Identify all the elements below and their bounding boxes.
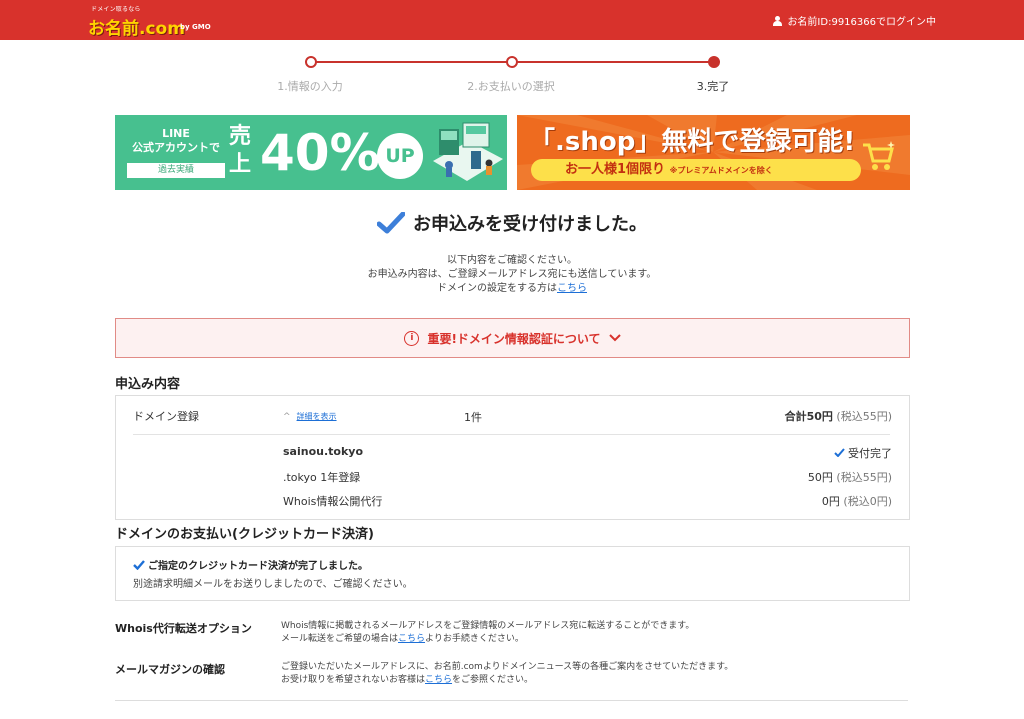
completion-line-1: 以下内容をご確認ください。	[447, 255, 577, 266]
store-illustration	[433, 122, 503, 181]
whois-forward-text: Whois情報に掲載されるメールアドレスをご登録情報のメールアドレス宛に転送する…	[281, 620, 694, 646]
step-3-dot	[708, 56, 720, 68]
check-icon	[833, 448, 845, 458]
shop-banner-pill: お一人様1個限り ※プレミアムドメインを除く	[531, 159, 861, 181]
login-status-text: お名前ID:9916366でログイン中	[787, 17, 936, 28]
check-icon	[133, 559, 145, 570]
domain-settings-link[interactable]: こちら	[557, 283, 587, 294]
completion-line-3: ドメインの設定をする方はこちら	[0, 282, 1024, 296]
logo-tagline: ドメイン取るなら	[91, 6, 141, 13]
order-box: ドメイン登録 ^ 詳細を表示 1件 合計50円 (税込55円) sainou.to…	[115, 395, 910, 520]
payment-complete: ご指定のクレジットカード決済が完了しました。	[133, 557, 368, 572]
completion-message: 以下内容をご確認ください。 お申込み内容は、ご登録メールアドレス宛にも送信してい…	[0, 254, 1024, 296]
whois-forward-prefix: メール転送をご希望の場合は	[281, 634, 399, 644]
step-2-label: 2.お支払いの選択	[467, 80, 555, 93]
onamae-logo[interactable]: ドメイン取るなら お名前.com by GMO	[88, 4, 211, 39]
line-item-price: 0円 (税込0円)	[822, 493, 892, 509]
status-text: 受付完了	[848, 447, 892, 460]
detail-toggle[interactable]: ^ 詳細を表示	[283, 409, 337, 422]
top-header: ドメイン取るなら お名前.com by GMO お名前ID:9916366でログ…	[0, 0, 1024, 40]
line-account-banner[interactable]: LINE 公式アカウントで 過去実績 売上 40% UP	[115, 115, 507, 190]
line-banner-line1: LINE	[162, 127, 190, 140]
completion-heading: お申込みを受け付けました。	[0, 210, 1024, 238]
mail-magazine-suffix: をご参照ください。	[452, 675, 534, 685]
line-item-name: .tokyo 1年登録	[283, 471, 361, 484]
line-banner-past: 過去実績	[127, 163, 225, 178]
payment-complete-text: ご指定のクレジットカード決済が完了しました。	[148, 561, 368, 572]
completion-line-3-prefix: ドメインの設定をする方は	[437, 283, 557, 294]
logo-name: お名前.com	[88, 19, 185, 39]
whois-forward-line-2: メール転送をご希望の場合はこちらよりお手続きください。	[281, 633, 694, 646]
mail-magazine-link[interactable]: こちら	[425, 675, 452, 685]
shop-domain-banner[interactable]: 「.shop」無料で登録可能! お一人様1個限り ※プレミアムドメインを除く	[517, 115, 910, 190]
completion-title: お申込みを受け付けました。	[413, 214, 647, 235]
order-total-tax: (税込55円)	[836, 410, 892, 423]
payment-note: 別途請求明細メールをお送りしましたので、ご確認ください。	[133, 579, 413, 590]
mail-magazine-label: メールマガジンの確認	[115, 663, 225, 676]
line-item-name: Whois情報公開代行	[283, 495, 383, 508]
order-count: 1件	[464, 411, 482, 424]
line-banner-sales: 売上	[229, 124, 252, 177]
payment-section-title: ドメインのお支払い(クレジットカード決済)	[115, 527, 374, 542]
mail-magazine-line-2: お受け取りを希望されないお客様はこちらをご参照ください。	[281, 674, 733, 687]
whois-forward-suffix: よりお手続きください。	[425, 634, 524, 644]
order-total-amount: 合計50円	[784, 410, 833, 423]
alert-text: 重要!ドメイン情報認証について	[427, 331, 601, 346]
check-icon	[377, 212, 405, 234]
whois-forward-label: Whois代行転送オプション	[115, 622, 252, 635]
mail-magazine-line-1: ご登録いただいたメールアドレスに、お名前.comよりドメインニュース等の各種ご案…	[281, 662, 734, 672]
step-3-label: 3.完了	[696, 80, 730, 93]
line-item-tax: (税込0円)	[843, 495, 892, 508]
progress-steps: 1.情報の入力 2.お支払いの選択 3.完了	[0, 55, 1024, 95]
shop-banner-pill-main: お一人様1個限り	[565, 162, 666, 177]
login-status: お名前ID:9916366でログイン中	[773, 13, 936, 28]
bottom-divider	[115, 700, 908, 701]
chevron-up-icon: ^	[283, 412, 291, 422]
line-banner-up: UP	[377, 133, 423, 179]
domain-verification-alert[interactable]: i 重要!ドメイン情報認証について	[115, 318, 910, 358]
info-icon: i	[404, 330, 420, 346]
mail-magazine-prefix: お受け取りを希望されないお客様は	[281, 675, 426, 685]
whois-forward-line-1: Whois情報に掲載されるメールアドレスをご登録情報のメールアドレス宛に転送する…	[281, 621, 695, 631]
order-total: 合計50円 (税込55円)	[785, 408, 892, 424]
detail-link[interactable]: 詳細を表示	[297, 412, 337, 421]
step-2-dot	[506, 56, 518, 68]
whois-forward-link[interactable]: こちら	[398, 634, 425, 644]
line-item-price: 50円 (税込55円)	[808, 469, 892, 485]
step-1-dot	[305, 56, 317, 68]
line-banner-percent: 40%	[260, 124, 380, 182]
step-1-label: 1.情報の入力	[277, 80, 343, 93]
line-item-price-value: 50円	[807, 471, 833, 484]
shop-banner-headline: 「.shop」無料で登録可能!	[529, 127, 856, 157]
order-category: ドメイン登録	[133, 410, 199, 423]
shop-banner-pill-note: ※プレミアムドメインを除く	[669, 166, 773, 175]
logo-brand: by GMO	[180, 23, 211, 31]
user-icon	[773, 15, 783, 26]
order-divider	[133, 434, 890, 435]
completion-line-2: お申込み内容は、ご登録メールアドレス宛にも送信しています。	[367, 269, 657, 280]
line-item-price-value: 0円	[821, 495, 840, 508]
line-banner-title: LINE 公式アカウントで	[127, 127, 225, 155]
mail-magazine-text: ご登録いただいたメールアドレスに、お名前.comよりドメインニュース等の各種ご案…	[281, 661, 733, 687]
domain-name: sainou.tokyo	[283, 445, 363, 458]
chevron-down-icon	[608, 334, 621, 342]
status-badge: 受付完了	[833, 445, 892, 461]
order-section-title: 申込み内容	[115, 377, 181, 392]
cart-icon	[863, 141, 895, 170]
line-banner-line2: 公式アカウントで	[132, 141, 220, 154]
payment-box: ご指定のクレジットカード決済が完了しました。 別途請求明細メールをお送りしました…	[115, 546, 910, 601]
line-item-tax: (税込55円)	[836, 471, 892, 484]
